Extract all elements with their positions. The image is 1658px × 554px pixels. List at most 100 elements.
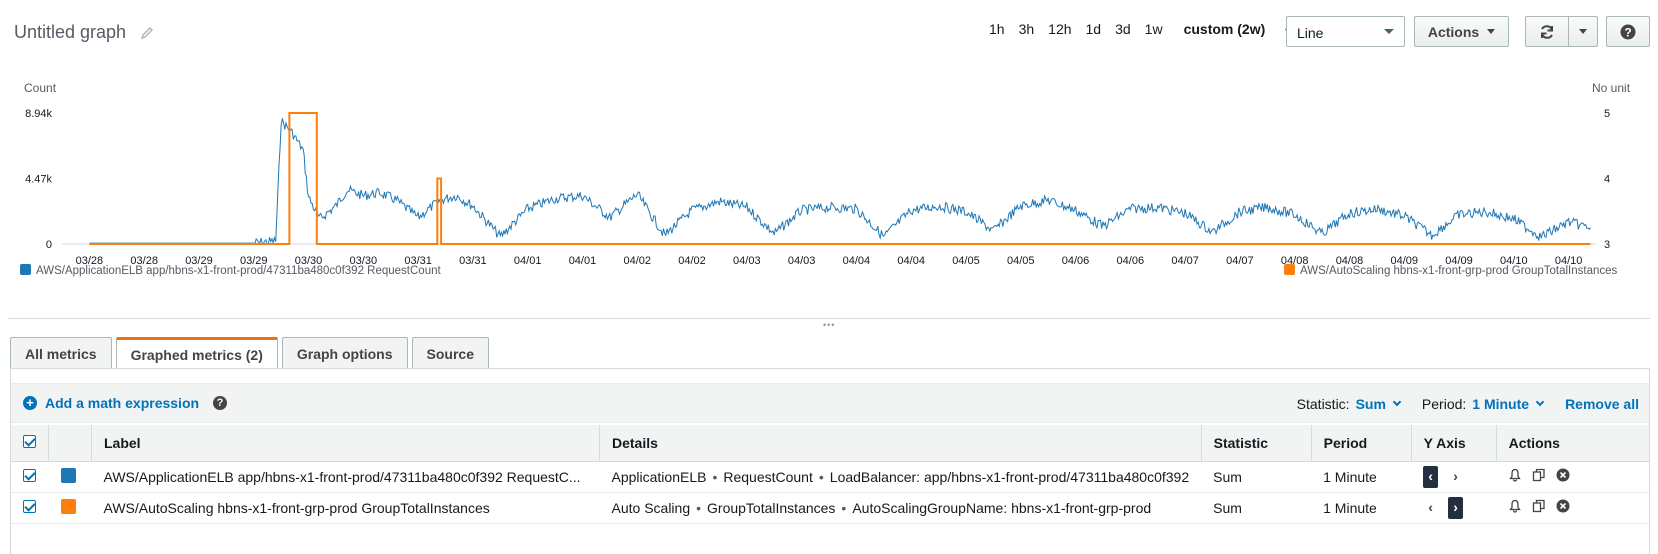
x-axis-tick-label: 04/02 bbox=[678, 255, 706, 267]
detail-metric: GroupTotalInstances bbox=[707, 499, 836, 516]
caret-down-icon bbox=[1579, 29, 1587, 34]
detail-metric: RequestCount bbox=[723, 468, 813, 485]
tab-graph-options[interactable]: Graph options bbox=[281, 337, 408, 369]
range-1d[interactable]: 1d bbox=[1079, 21, 1109, 37]
y-axis-right-button[interactable]: › bbox=[1448, 466, 1463, 488]
detail-dimension: LoadBalancer: app/hbns-x1-front-prod/473… bbox=[829, 468, 1190, 485]
row-period[interactable]: 1 Minute bbox=[1311, 461, 1412, 493]
graph-header: Untitled graph 1h 3h 12h 1d 3d 1w custom… bbox=[0, 0, 1658, 62]
label-header[interactable]: Label bbox=[91, 425, 600, 462]
y-axis-right-button[interactable]: › bbox=[1448, 496, 1464, 519]
y-axis-left-button[interactable]: ‹ bbox=[1423, 465, 1439, 488]
row-checkbox[interactable] bbox=[23, 499, 36, 513]
period-select[interactable]: 1 Minute bbox=[1472, 396, 1545, 412]
right-axis-tick-label: 5 bbox=[1604, 108, 1610, 120]
table-row: AWS/AutoScaling hbns-x1-front-grp-prod G… bbox=[11, 492, 1649, 524]
bullet-separator: • bbox=[712, 468, 718, 485]
statistic-label: Statistic: bbox=[1296, 396, 1350, 412]
right-axis-tick-label: 4 bbox=[1604, 174, 1610, 186]
range-12h[interactable]: 12h bbox=[1041, 21, 1078, 37]
row-details: ApplicationELB • RequestCount • LoadBalancer… bbox=[599, 461, 1202, 493]
pencil-icon[interactable] bbox=[140, 26, 154, 40]
series-color-swatch[interactable] bbox=[60, 498, 76, 514]
range-3d[interactable]: 3d bbox=[1108, 21, 1138, 37]
row-select-cell bbox=[11, 461, 49, 493]
statistic-value: Sum bbox=[1355, 396, 1386, 412]
bullet-separator: • bbox=[696, 499, 702, 516]
row-label[interactable]: AWS/ApplicationELB app/hbns-x1-front-pro… bbox=[91, 461, 600, 493]
tab-all-metrics[interactable]: All metrics bbox=[10, 337, 112, 369]
row-statistic[interactable]: Sum bbox=[1201, 461, 1312, 493]
x-axis-tick-label: 04/06 bbox=[1062, 255, 1090, 267]
detail-namespace: ApplicationELB bbox=[611, 468, 707, 485]
tab-source[interactable]: Source bbox=[411, 337, 489, 369]
panel-divider bbox=[8, 318, 1650, 319]
graph-type-value: Line bbox=[1297, 25, 1324, 41]
actions-button[interactable]: Actions bbox=[1414, 16, 1509, 47]
remove-all-link[interactable]: Remove all bbox=[1565, 396, 1639, 412]
graphed-metrics-panel: + Add a math expression ? Statistic: Sum… bbox=[10, 368, 1650, 554]
detail-dimension: AutoScalingGroupName: hbns-x1-front-grp-… bbox=[852, 499, 1152, 516]
refresh-options-button[interactable] bbox=[1568, 16, 1598, 47]
tab-graphed-metrics[interactable]: Graphed metrics (2) bbox=[115, 337, 278, 369]
help-icon[interactable]: ? bbox=[213, 396, 228, 410]
row-color-cell bbox=[48, 492, 92, 524]
period-header[interactable]: Period bbox=[1311, 425, 1412, 462]
bell-icon[interactable] bbox=[1508, 499, 1522, 513]
copy-icon[interactable] bbox=[1532, 468, 1546, 482]
plus-circle-icon: + bbox=[23, 396, 37, 410]
x-axis-tick-label: 04/04 bbox=[843, 255, 871, 267]
details-header[interactable]: Details bbox=[599, 425, 1202, 462]
add-math-expression[interactable]: + Add a math expression ? bbox=[23, 395, 228, 411]
metrics-toolbar: + Add a math expression ? Statistic: Sum… bbox=[11, 383, 1649, 423]
row-checkbox[interactable] bbox=[23, 468, 36, 482]
color-header bbox=[48, 425, 92, 462]
bell-icon[interactable] bbox=[1508, 468, 1522, 482]
graph-title[interactable]: Untitled graph bbox=[14, 22, 126, 43]
range-1h[interactable]: 1h bbox=[982, 21, 1012, 37]
legend-swatch bbox=[1284, 264, 1295, 275]
detail-namespace: Auto Scaling bbox=[611, 499, 691, 516]
graph-type-select[interactable]: Line bbox=[1286, 16, 1405, 47]
metrics-tabs: All metrics Graphed metrics (2) Graph op… bbox=[10, 337, 489, 369]
copy-icon[interactable] bbox=[1532, 499, 1546, 513]
chevron-down-icon bbox=[1392, 397, 1402, 407]
metrics-chart: Count No unit 8.94k 4.47k 0 5 4 3 03/28 03/28 03… bbox=[0, 62, 1658, 302]
x-axis-tick-label: 04/01 bbox=[514, 255, 542, 267]
row-statistic[interactable]: Sum bbox=[1201, 492, 1312, 524]
add-math-label: Add a math expression bbox=[45, 395, 200, 411]
x-axis-tick-label: 04/06 bbox=[1117, 255, 1145, 267]
statistic-select[interactable]: Sum bbox=[1355, 396, 1402, 412]
select-all-checkbox[interactable] bbox=[23, 434, 36, 448]
actions-label: Actions bbox=[1427, 23, 1480, 40]
refresh-button[interactable] bbox=[1525, 16, 1569, 47]
help-button[interactable]: ? bbox=[1606, 16, 1650, 47]
series-line-1 bbox=[89, 118, 1591, 245]
statistic-header[interactable]: Statistic bbox=[1201, 425, 1312, 462]
legend-label: AWS/AutoScaling hbns-x1-front-grp-prod G… bbox=[1300, 265, 1618, 277]
bullet-separator: • bbox=[818, 468, 824, 485]
left-axis-tick-label: 0 bbox=[46, 239, 52, 251]
series-color-swatch[interactable] bbox=[60, 467, 76, 483]
range-custom-label: custom (2w) bbox=[1183, 21, 1266, 37]
row-label[interactable]: AWS/AutoScaling hbns-x1-front-grp-prod G… bbox=[91, 492, 600, 524]
row-period[interactable]: 1 Minute bbox=[1311, 492, 1412, 524]
table-row: AWS/ApplicationELB app/hbns-x1-front-pro… bbox=[11, 461, 1649, 493]
range-1w[interactable]: 1w bbox=[1138, 21, 1170, 37]
x-axis-tick-label: 03/31 bbox=[459, 255, 487, 267]
metrics-table: Label Details Statistic Period Y Axis Ac… bbox=[11, 425, 1649, 524]
table-header-row: Label Details Statistic Period Y Axis Ac… bbox=[11, 425, 1649, 462]
close-icon[interactable] bbox=[1556, 468, 1570, 482]
y-axis-left-button[interactable]: ‹ bbox=[1423, 497, 1438, 519]
row-actions bbox=[1496, 461, 1649, 493]
row-select-cell bbox=[11, 492, 49, 524]
caret-down-icon bbox=[1487, 29, 1496, 34]
close-icon[interactable] bbox=[1556, 499, 1570, 513]
x-axis-tick-label: 04/07 bbox=[1171, 255, 1199, 267]
range-3h[interactable]: 3h bbox=[1012, 21, 1042, 37]
line-chart-svg: 8.94k4.47k054303/28 03/28 03/29 03/29 03/30 0… bbox=[20, 108, 1618, 277]
row-y-axis: ‹ › bbox=[1411, 492, 1497, 524]
resize-handle[interactable]: ••• bbox=[823, 320, 835, 330]
toolbar-controls: Statistic: Sum Period: 1 Minute Remove a… bbox=[1297, 396, 1639, 412]
x-axis-tick-label: 04/05 bbox=[1007, 255, 1035, 267]
